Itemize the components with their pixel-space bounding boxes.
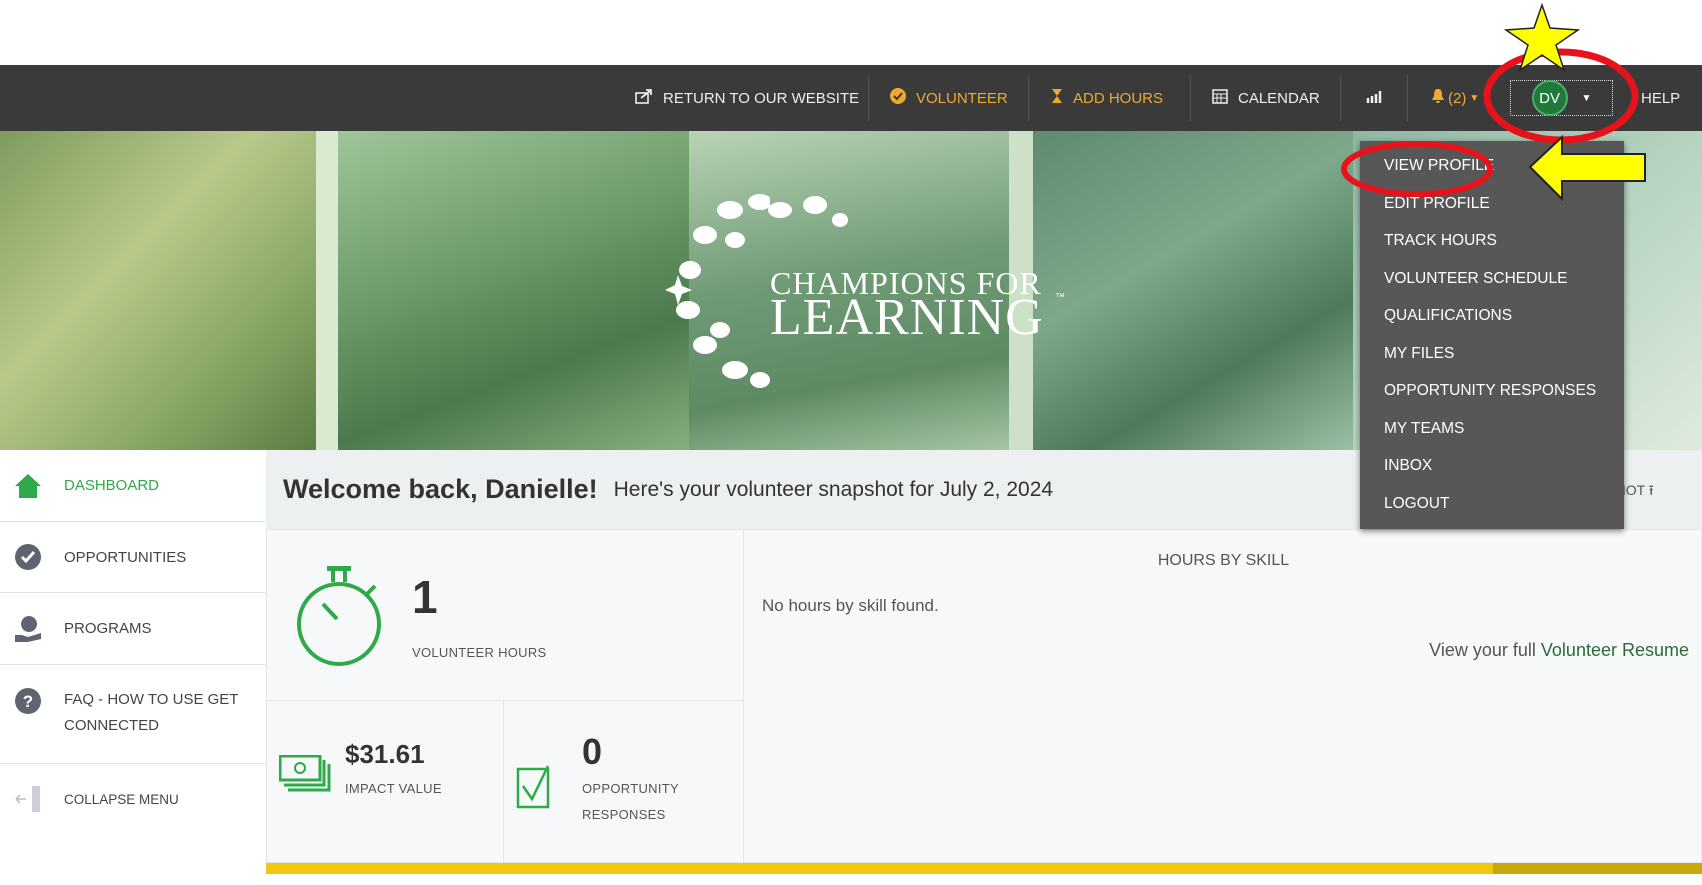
hourglass-icon: [1051, 88, 1063, 108]
menu-item-track-hours[interactable]: TRACK HOURS: [1360, 222, 1624, 260]
calendar-link[interactable]: CALENDAR: [1212, 65, 1320, 131]
opportunity-responses-card: 0 OPPORTUNITY RESPONSES: [503, 700, 744, 863]
divider: [1190, 75, 1191, 121]
progress-accent-bar-end: [1493, 863, 1702, 874]
add-hours-link[interactable]: ADD HOURS: [1051, 65, 1163, 131]
checkbox-icon: [516, 761, 564, 814]
home-icon: [14, 472, 42, 500]
external-link-icon: [635, 88, 653, 108]
menu-item-logout[interactable]: LOGOUT: [1360, 485, 1624, 523]
user-menu-toggle[interactable]: DV ▼: [1510, 80, 1613, 116]
sidebar-item-opportunities[interactable]: OPPORTUNITIES: [0, 522, 266, 593]
page-title: Welcome back, Danielle!: [283, 474, 598, 504]
volunteer-resume-link[interactable]: Volunteer Resume: [1541, 640, 1689, 660]
check-circle-icon: [890, 88, 906, 108]
upload-icon: ⭱: [1648, 482, 1654, 498]
menu-item-qualifications[interactable]: QUALIFICATIONS: [1360, 297, 1624, 335]
impact-value-card: $31.61 IMPACT VALUE: [266, 700, 504, 863]
divider: [1407, 75, 1408, 121]
return-to-website-link[interactable]: RETURN TO OUR WEBSITE: [635, 65, 859, 131]
calendar-icon: [1212, 88, 1228, 108]
avatar: DV: [1531, 80, 1568, 116]
collapse-menu-button[interactable]: COLLAPSE MENU: [0, 764, 266, 834]
top-whitespace: [0, 0, 1702, 65]
volunteer-link[interactable]: VOLUNTEER: [890, 65, 1008, 131]
menu-item-edit-profile[interactable]: EDIT PROFILE: [1360, 185, 1624, 223]
globe-hand-icon: [14, 615, 42, 643]
money-icon: [278, 754, 331, 798]
menu-item-my-files[interactable]: MY FILES: [1360, 335, 1624, 373]
help-link[interactable]: HELP: [1641, 65, 1680, 131]
bell-icon: [1431, 88, 1445, 108]
svg-text:?: ?: [23, 692, 33, 711]
question-circle-icon: ?: [14, 687, 42, 715]
reports-link[interactable]: [1366, 65, 1382, 131]
user-dropdown-menu: VIEW PROFILE EDIT PROFILE TRACK HOURS VO…: [1360, 141, 1624, 529]
top-navbar: RETURN TO OUR WEBSITE VOLUNTEER ADD HOUR…: [0, 65, 1702, 131]
menu-item-my-teams[interactable]: MY TEAMS: [1360, 410, 1624, 448]
check-circle-icon: [14, 543, 42, 571]
divider: [1340, 75, 1341, 121]
sidebar-item-dashboard[interactable]: DASHBOARD: [0, 450, 266, 522]
caret-down-icon: ▼: [1469, 92, 1480, 104]
caret-down-icon: ▼: [1581, 92, 1592, 104]
bar-chart-icon: [1366, 88, 1382, 108]
progress-accent-bar: [266, 863, 1702, 874]
menu-item-opportunity-responses[interactable]: OPPORTUNITY RESPONSES: [1360, 372, 1624, 410]
hours-by-skill-card: HOURS BY SKILL No hours by skill found. …: [743, 529, 1702, 863]
notifications-button[interactable]: (2) ▼: [1431, 65, 1479, 131]
divider: [1028, 75, 1029, 121]
divider: [868, 75, 869, 121]
sidebar: DASHBOARD OPPORTUNITIES PROGRAMS ? FAQ -…: [0, 450, 266, 885]
stopwatch-icon: [295, 564, 385, 673]
collapse-arrow-icon: [14, 785, 42, 813]
champions-for-learning-logo: CHAMPIONS FOR LEARNING ™: [660, 180, 1080, 400]
menu-item-view-profile[interactable]: VIEW PROFILE: [1360, 147, 1624, 185]
sidebar-item-faq[interactable]: ? FAQ - HOW TO USE GET CONNECTED: [0, 665, 266, 764]
volunteer-hours-card: 1 VOLUNTEER HOURS: [266, 529, 744, 701]
menu-item-volunteer-schedule[interactable]: VOLUNTEER SCHEDULE: [1360, 260, 1624, 298]
menu-item-inbox[interactable]: INBOX: [1360, 447, 1624, 485]
sidebar-item-programs[interactable]: PROGRAMS: [0, 593, 266, 665]
